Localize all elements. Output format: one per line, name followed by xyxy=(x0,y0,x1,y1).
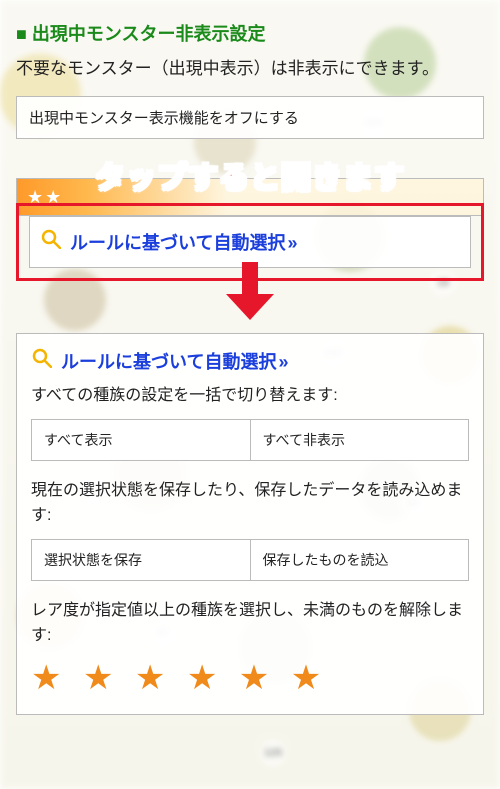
save-text: 現在の選択状態を保存したり、保存したデータを読み込めます: xyxy=(31,479,469,529)
rule-select-link[interactable]: ルールに基づいて自動選択 » xyxy=(61,348,285,374)
star-icon[interactable]: ★ xyxy=(291,658,327,698)
search-icon xyxy=(31,348,53,374)
star-icon[interactable]: ★ xyxy=(83,658,119,698)
section-title: 出現中モンスター非表示設定 xyxy=(16,20,484,46)
toggle-label: 出現中モンスター表示機能をオフにする xyxy=(29,110,299,127)
rarity-stars[interactable]: ★ ★ ★ ★ ★ ★ xyxy=(31,658,469,698)
save-load-buttons: 選択状態を保存 保存したものを読込 xyxy=(31,539,469,581)
chevron-right-icon: » xyxy=(285,233,294,253)
save-state-button[interactable]: 選択状態を保存 xyxy=(32,540,251,580)
star-icon[interactable]: ★ xyxy=(31,658,67,698)
bulk-buttons: すべて表示 すべて非表示 xyxy=(31,419,469,461)
search-icon xyxy=(40,229,62,255)
section-desc: 不要なモンスター（出現中表示）は非表示にできます。 xyxy=(16,56,484,82)
chevron-right-icon: » xyxy=(276,352,285,372)
show-all-button[interactable]: すべて表示 xyxy=(32,420,251,460)
star-icon[interactable]: ★ xyxy=(135,658,171,698)
rule-select-link[interactable]: ルールに基づいて自動選択 » xyxy=(70,229,294,255)
rule-select-button[interactable]: ルールに基づいて自動選択 » xyxy=(29,216,471,268)
star-icon[interactable]: ★ xyxy=(187,658,223,698)
load-state-button[interactable]: 保存したものを読込 xyxy=(251,540,469,580)
star-icon[interactable]: ★ xyxy=(239,658,275,698)
rule-panel: ルールに基づいて自動選択 » すべての種族の設定を一括で切り替えます: すべて表… xyxy=(16,333,484,715)
hide-all-button[interactable]: すべて非表示 xyxy=(251,420,469,460)
rule-select-header[interactable]: ルールに基づいて自動選択 » xyxy=(31,348,469,384)
arrow-down-icon xyxy=(16,285,484,303)
tap-hint-overlay: タップすると開きます xyxy=(16,153,484,197)
toggle-hide-monsters-button[interactable]: 出現中モンスター表示機能をオフにする xyxy=(16,96,484,139)
rarity-text: レア度が指定値以上の種族を選択し、未満のものを解除します: xyxy=(31,599,469,649)
bulk-text: すべての種族の設定を一括で切り替えます: xyxy=(31,384,469,409)
